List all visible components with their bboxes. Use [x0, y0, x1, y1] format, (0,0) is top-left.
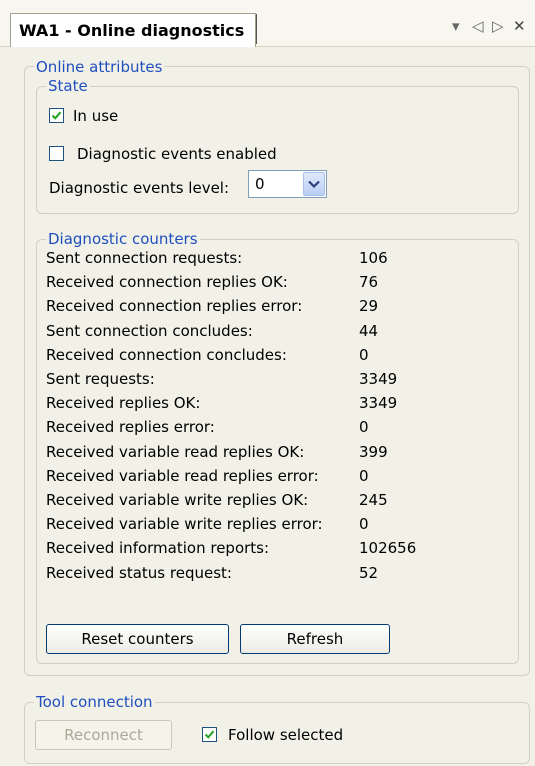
counter-row: Received status request: 52 [46, 564, 466, 588]
counter-value: 44 [359, 321, 379, 340]
counter-row: Received connection concludes: 0 [46, 346, 466, 370]
counter-row: Received variable write replies OK: 245 [46, 491, 466, 515]
counter-row: Received information reports: 102656 [46, 539, 466, 563]
state-legend: State [46, 77, 90, 95]
counter-label: Sent requests: [46, 370, 155, 388]
counter-label: Received variable write replies error: [46, 515, 323, 534]
counter-label: Received replies OK: [46, 394, 201, 413]
checkmark-icon [204, 730, 215, 739]
combo-dropdown-button[interactable] [303, 172, 325, 196]
counter-row: Sent requests: 3349 [46, 370, 466, 394]
in-use-checkbox[interactable] [49, 108, 64, 123]
diagnostic-events-level-label: Diagnostic events level: [49, 179, 230, 197]
counter-value: 29 [359, 297, 379, 316]
counter-row: Sent connection concludes: 44 [46, 322, 466, 346]
counter-label: Sent connection concludes: [46, 321, 253, 340]
reconnect-button[interactable]: Reconnect [35, 720, 172, 750]
chevron-down-icon [308, 180, 320, 189]
online-attributes-legend: Online attributes [34, 58, 165, 76]
diagnostic-counters-legend: Diagnostic counters [46, 230, 200, 248]
next-icon[interactable]: ▷ [492, 16, 504, 36]
counter-row: Sent connection requests: 106 [46, 249, 466, 273]
follow-selected-label: Follow selected [228, 726, 344, 744]
tab-separator [256, 14, 257, 44]
counter-row: Received variable read replies OK: 399 [46, 443, 466, 467]
counter-label: Received connection replies error: [46, 297, 303, 316]
counter-row: Received connection replies error: 29 [46, 297, 466, 321]
dropdown-icon[interactable]: ▾ [452, 16, 460, 36]
counter-value: 0 [359, 515, 369, 534]
in-use-label: In use [73, 107, 119, 125]
counter-label: Received connection replies OK: [46, 273, 288, 292]
refresh-button[interactable]: Refresh [240, 624, 390, 654]
close-icon[interactable]: ✕ [513, 16, 526, 36]
counter-value: 245 [359, 491, 388, 509]
counter-row: Received connection replies OK: 76 [46, 273, 466, 297]
counter-value: 76 [359, 273, 379, 292]
counter-value: 106 [359, 249, 388, 267]
counter-value: 3349 [359, 394, 398, 413]
checkmark-icon [51, 111, 62, 120]
counter-label: Received variable read replies OK: [46, 442, 305, 461]
tab-title: WA1 - Online diagnostics [19, 21, 245, 40]
diagnostic-events-enabled-label: Diagnostic events enabled [77, 145, 277, 163]
counter-row: Received variable write replies error: 0 [46, 515, 466, 539]
counter-label: Sent connection requests: [46, 249, 243, 267]
counter-value: 0 [359, 466, 369, 485]
follow-selected-checkbox[interactable] [202, 727, 217, 742]
previous-icon[interactable]: ◁ [472, 16, 484, 36]
counter-value: 0 [359, 345, 369, 364]
title-bar: WA1 - Online diagnostics ▾ ◁ ▷ ✕ [0, 0, 535, 47]
counter-row: Received replies error: 0 [46, 418, 466, 442]
counter-row: Received replies OK: 3349 [46, 394, 466, 418]
tool-connection-legend: Tool connection [34, 693, 155, 711]
counter-value: 52 [359, 563, 379, 582]
tab-online-diagnostics[interactable]: WA1 - Online diagnostics [10, 13, 256, 47]
diagnostic-events-level-value: 0 [255, 175, 265, 193]
counter-value: 0 [359, 418, 369, 437]
counter-value: 102656 [359, 539, 417, 558]
counter-row: Received variable read replies error: 0 [46, 467, 466, 491]
counter-label: Received information reports: [46, 539, 270, 558]
counter-label: Received variable write replies OK: [46, 491, 309, 509]
counter-label: Received status request: [46, 563, 232, 582]
counter-label: Received variable read replies error: [46, 466, 319, 485]
counter-label: Received connection concludes: [46, 345, 287, 364]
counter-value: 3349 [359, 370, 398, 388]
diagnostic-events-enabled-checkbox[interactable] [49, 146, 64, 161]
counter-label: Received replies error: [46, 418, 215, 437]
diagnostic-events-level-select[interactable]: 0 [248, 170, 327, 198]
reset-counters-button[interactable]: Reset counters [46, 624, 229, 654]
counter-value: 399 [359, 442, 388, 461]
